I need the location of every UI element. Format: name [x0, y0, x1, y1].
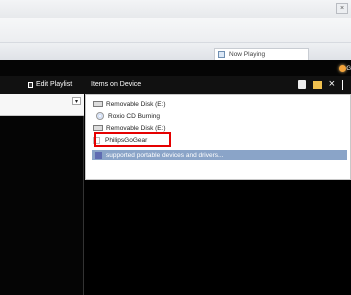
device-list-item[interactable]: Removable Disk (E:): [93, 99, 166, 109]
close-icon: ×: [339, 5, 345, 12]
dropdown-icon: ▾: [74, 98, 78, 105]
left-panel: ▾: [0, 94, 84, 295]
device-list-item[interactable]: Roxio CD Burning: [96, 111, 160, 121]
action-icons: ×: [297, 79, 345, 90]
drive-icon: [93, 125, 103, 131]
white-icon[interactable]: [297, 80, 306, 89]
dark-toolbar: G: [0, 60, 351, 76]
edit-playlist-label: Edit Playlist: [36, 81, 73, 88]
device-list-label: supported portable devices and drivers..…: [106, 151, 224, 159]
device-list-label: Removable Disk (E:): [106, 124, 166, 132]
device-icon: [95, 151, 102, 159]
now-playing-icon: [218, 51, 225, 58]
orange-orb-icon[interactable]: [339, 65, 346, 72]
highlight-box: [94, 132, 171, 147]
device-list: Removable Disk (E:) Roxio CD Burning Rem…: [85, 94, 351, 180]
cd-icon: [96, 112, 104, 120]
tab-label: Now Playing: [229, 51, 266, 58]
close-button[interactable]: ×: [336, 3, 348, 14]
top-toolbar: Now Playing: [0, 18, 351, 61]
left-dropdown[interactable]: ▾: [72, 97, 81, 105]
action-bar: Edit Playlist Items on Device ×: [0, 76, 351, 94]
edit-icon: [28, 81, 33, 88]
items-on-device-label: Items on Device: [91, 81, 142, 88]
close-toolbar-icon[interactable]: ×: [329, 79, 335, 90]
partial-label: G: [346, 66, 351, 72]
more-icon[interactable]: [342, 79, 345, 90]
edit-playlist-button[interactable]: Edit Playlist: [28, 81, 72, 88]
device-list-item-selected[interactable]: supported portable devices and drivers..…: [92, 150, 347, 160]
right-panel: Removable Disk (E:) Roxio CD Burning Rem…: [85, 94, 351, 295]
device-list-label: Removable Disk (E:): [106, 100, 166, 108]
left-panel-header: ▾: [0, 94, 84, 116]
folder-icon[interactable]: [312, 80, 322, 89]
device-list-label: Roxio CD Burning: [108, 112, 161, 120]
drive-icon: [93, 101, 103, 107]
window-titlebar: ×: [0, 0, 351, 18]
